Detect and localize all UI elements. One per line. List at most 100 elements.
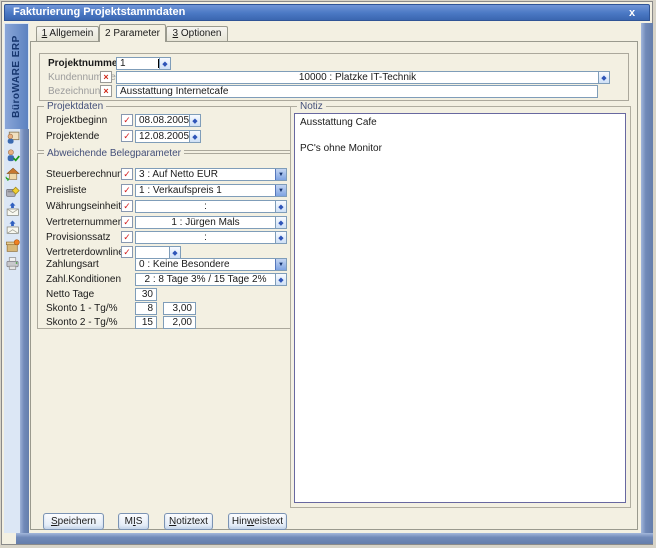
contact-card-icon[interactable]: [5, 130, 20, 145]
brand-label: BüroWARE ERP: [5, 24, 28, 129]
notiz-title: Notiz: [297, 101, 326, 112]
notiz-group: Notiz Ausstattung Cafe PC's ohne Monitor: [290, 106, 631, 508]
nettotage-label: Netto Tage: [46, 289, 94, 300]
close-icon[interactable]: x: [625, 6, 639, 21]
home-icon[interactable]: [5, 166, 20, 181]
notiz-textarea[interactable]: Ausstattung Cafe PC's ohne Monitor: [294, 113, 626, 503]
skonto2-prozent-field[interactable]: 2,00: [163, 316, 196, 329]
tab-optionen[interactable]: 3 Optionen: [166, 26, 228, 41]
date-check-icon-button[interactable]: ✓: [121, 114, 133, 126]
projektdaten-group: Projektdaten Projektbeginn ✓ 08.08.2005 …: [37, 106, 291, 151]
check-icon-button[interactable]: ✓: [121, 231, 133, 243]
kundennummer-value: 10000 : Platzke IT-Technik: [117, 72, 598, 83]
steuerberechnung-label: Steuerberechnung: [46, 169, 128, 180]
projektnummer-value: 1: [117, 58, 158, 69]
provisionssatz-field[interactable]: : ◆: [135, 231, 287, 244]
dialog-window: Fakturierung Projektstammdaten x BüroWAR…: [1, 1, 653, 545]
mis-button[interactable]: MIS: [118, 513, 149, 530]
brand-strip: BüroWARE ERP: [5, 24, 28, 129]
check-icon-button[interactable]: ✓: [121, 216, 133, 228]
speichern-button[interactable]: Speichern: [43, 513, 104, 530]
skonto2-tage-field[interactable]: 15: [135, 316, 157, 329]
tab-parameter[interactable]: 2 Parameter: [99, 24, 166, 42]
steuerberechnung-value: 3 : Auf Netto EUR: [136, 169, 275, 180]
skonto1-label: Skonto 1 - Tg/%: [46, 303, 118, 314]
spinner-icon[interactable]: ◆: [275, 217, 286, 228]
spinner-icon[interactable]: ◆: [169, 247, 180, 258]
vertreterdownline-label: Vertreterdownline: [46, 247, 124, 258]
tab-panel-parameter: Projektnummer 1 ◆ Kundennummer × 10000 :…: [30, 41, 638, 530]
package-diamond-icon[interactable]: [5, 184, 20, 199]
projektdaten-title: Projektdaten: [44, 101, 106, 112]
preisliste-label: Preisliste: [46, 185, 87, 196]
tab-label: Allgemein: [47, 28, 93, 39]
tab-allgemein[interactable]: 1 Allgemein: [36, 26, 99, 41]
contact-check-icon[interactable]: [5, 148, 20, 163]
skonto2-label: Skonto 2 - Tg/%: [46, 317, 118, 328]
chevron-down-icon[interactable]: ▼: [275, 185, 286, 196]
printer-icon[interactable]: [5, 256, 20, 271]
clear-icon-button[interactable]: ×: [100, 85, 112, 97]
spinner-icon[interactable]: ◆: [598, 72, 609, 83]
hinweistext-button[interactable]: Hinweistext: [228, 513, 287, 530]
vertreterdownline-value: [136, 247, 169, 258]
date-check-icon-button[interactable]: ✓: [121, 130, 133, 142]
skonto1-prozent-value: 3,00: [164, 303, 195, 314]
spinner-icon[interactable]: ◆: [159, 58, 170, 69]
check-icon-button[interactable]: ✓: [121, 184, 133, 196]
bezeichnung-field[interactable]: Ausstattung Internetcafe: [116, 85, 598, 98]
toolbar-icons: [4, 130, 20, 274]
zahlungsart-label: Zahlungsart: [46, 259, 99, 270]
steuerberechnung-select[interactable]: 3 : Auf Netto EUR ▼: [135, 168, 287, 181]
tab-label: 2 Parameter: [105, 28, 160, 39]
projektende-field[interactable]: 12.08.2005 /Fr ◆: [135, 130, 201, 143]
provisionssatz-value: :: [136, 232, 275, 243]
skonto1-tage-field[interactable]: 8: [135, 302, 157, 315]
projektende-value: 12.08.2005 /Fr: [136, 131, 189, 142]
zahlkonditionen-value: 2 : 8 Tage 3% / 15 Tage 2%: [136, 274, 275, 285]
project-header-group: Projektnummer 1 ◆ Kundennummer × 10000 :…: [39, 53, 629, 101]
vertreternummer-label: Vertreternummer: [46, 217, 121, 228]
notiztext-button[interactable]: Notiztext: [164, 513, 213, 530]
check-icon-button[interactable]: ✓: [121, 246, 133, 258]
kundennummer-field[interactable]: 10000 : Platzke IT-Technik ◆: [116, 71, 610, 84]
mail-send-icon[interactable]: [5, 202, 20, 217]
zahlkonditionen-field[interactable]: 2 : 8 Tage 3% / 15 Tage 2% ◆: [135, 273, 287, 286]
projektbeginn-field[interactable]: 08.08.2005 /Mo ◆: [135, 114, 201, 127]
nettotage-field[interactable]: 30: [135, 288, 157, 301]
chevron-down-icon[interactable]: ▼: [275, 169, 286, 180]
projektbeginn-label: Projektbeginn: [46, 115, 107, 126]
spinner-icon[interactable]: ◆: [275, 201, 286, 212]
waehrungseinheit-field[interactable]: : ◆: [135, 200, 287, 213]
preisliste-select[interactable]: 1 : Verkaufspreis 1 ▼: [135, 184, 287, 197]
mail-send-icon-2[interactable]: [5, 220, 20, 235]
zahlungsart-select[interactable]: 0 : Keine Besondere ▼: [135, 258, 287, 271]
bezeichnung-value: Ausstattung Internetcafe: [117, 86, 597, 97]
vertreternummer-value: 1 : Jürgen Mals: [136, 217, 275, 228]
tab-label: Optionen: [178, 28, 221, 39]
spinner-icon[interactable]: ◆: [275, 232, 286, 243]
skonto1-tage-value: 8: [136, 303, 156, 314]
zahlkonditionen-label: Zahl.Konditionen: [46, 274, 121, 285]
window-title: Fakturierung Projektstammdaten: [13, 6, 185, 18]
check-icon-button[interactable]: ✓: [121, 200, 133, 212]
left-toolbar: BüroWARE ERP: [4, 23, 29, 533]
check-icon-button[interactable]: ✓: [121, 168, 133, 180]
spinner-icon[interactable]: ◆: [275, 274, 286, 285]
chevron-down-icon[interactable]: ▼: [275, 259, 286, 270]
belegparameter-group: Abweichende Belegparameter Steuerberechn…: [37, 153, 291, 329]
spinner-icon[interactable]: ◆: [189, 131, 200, 142]
vertreternummer-field[interactable]: 1 : Jürgen Mals ◆: [135, 216, 287, 229]
skonto1-prozent-field[interactable]: 3,00: [163, 302, 196, 315]
belegparameter-title: Abweichende Belegparameter: [44, 148, 184, 159]
archive-box-icon[interactable]: [5, 238, 20, 253]
window-right-border: [641, 23, 653, 544]
spinner-icon[interactable]: ◆: [189, 115, 200, 126]
toolbar-edge-strip: [20, 129, 29, 533]
bezeichnung-label: Bezeichnung: [48, 86, 106, 97]
projektnummer-field[interactable]: 1 ◆: [116, 57, 171, 70]
window-bottom-border: [16, 533, 653, 544]
clear-icon-button[interactable]: ×: [100, 71, 112, 83]
preisliste-value: 1 : Verkaufspreis 1: [136, 185, 275, 196]
nettotage-value: 30: [136, 289, 156, 300]
